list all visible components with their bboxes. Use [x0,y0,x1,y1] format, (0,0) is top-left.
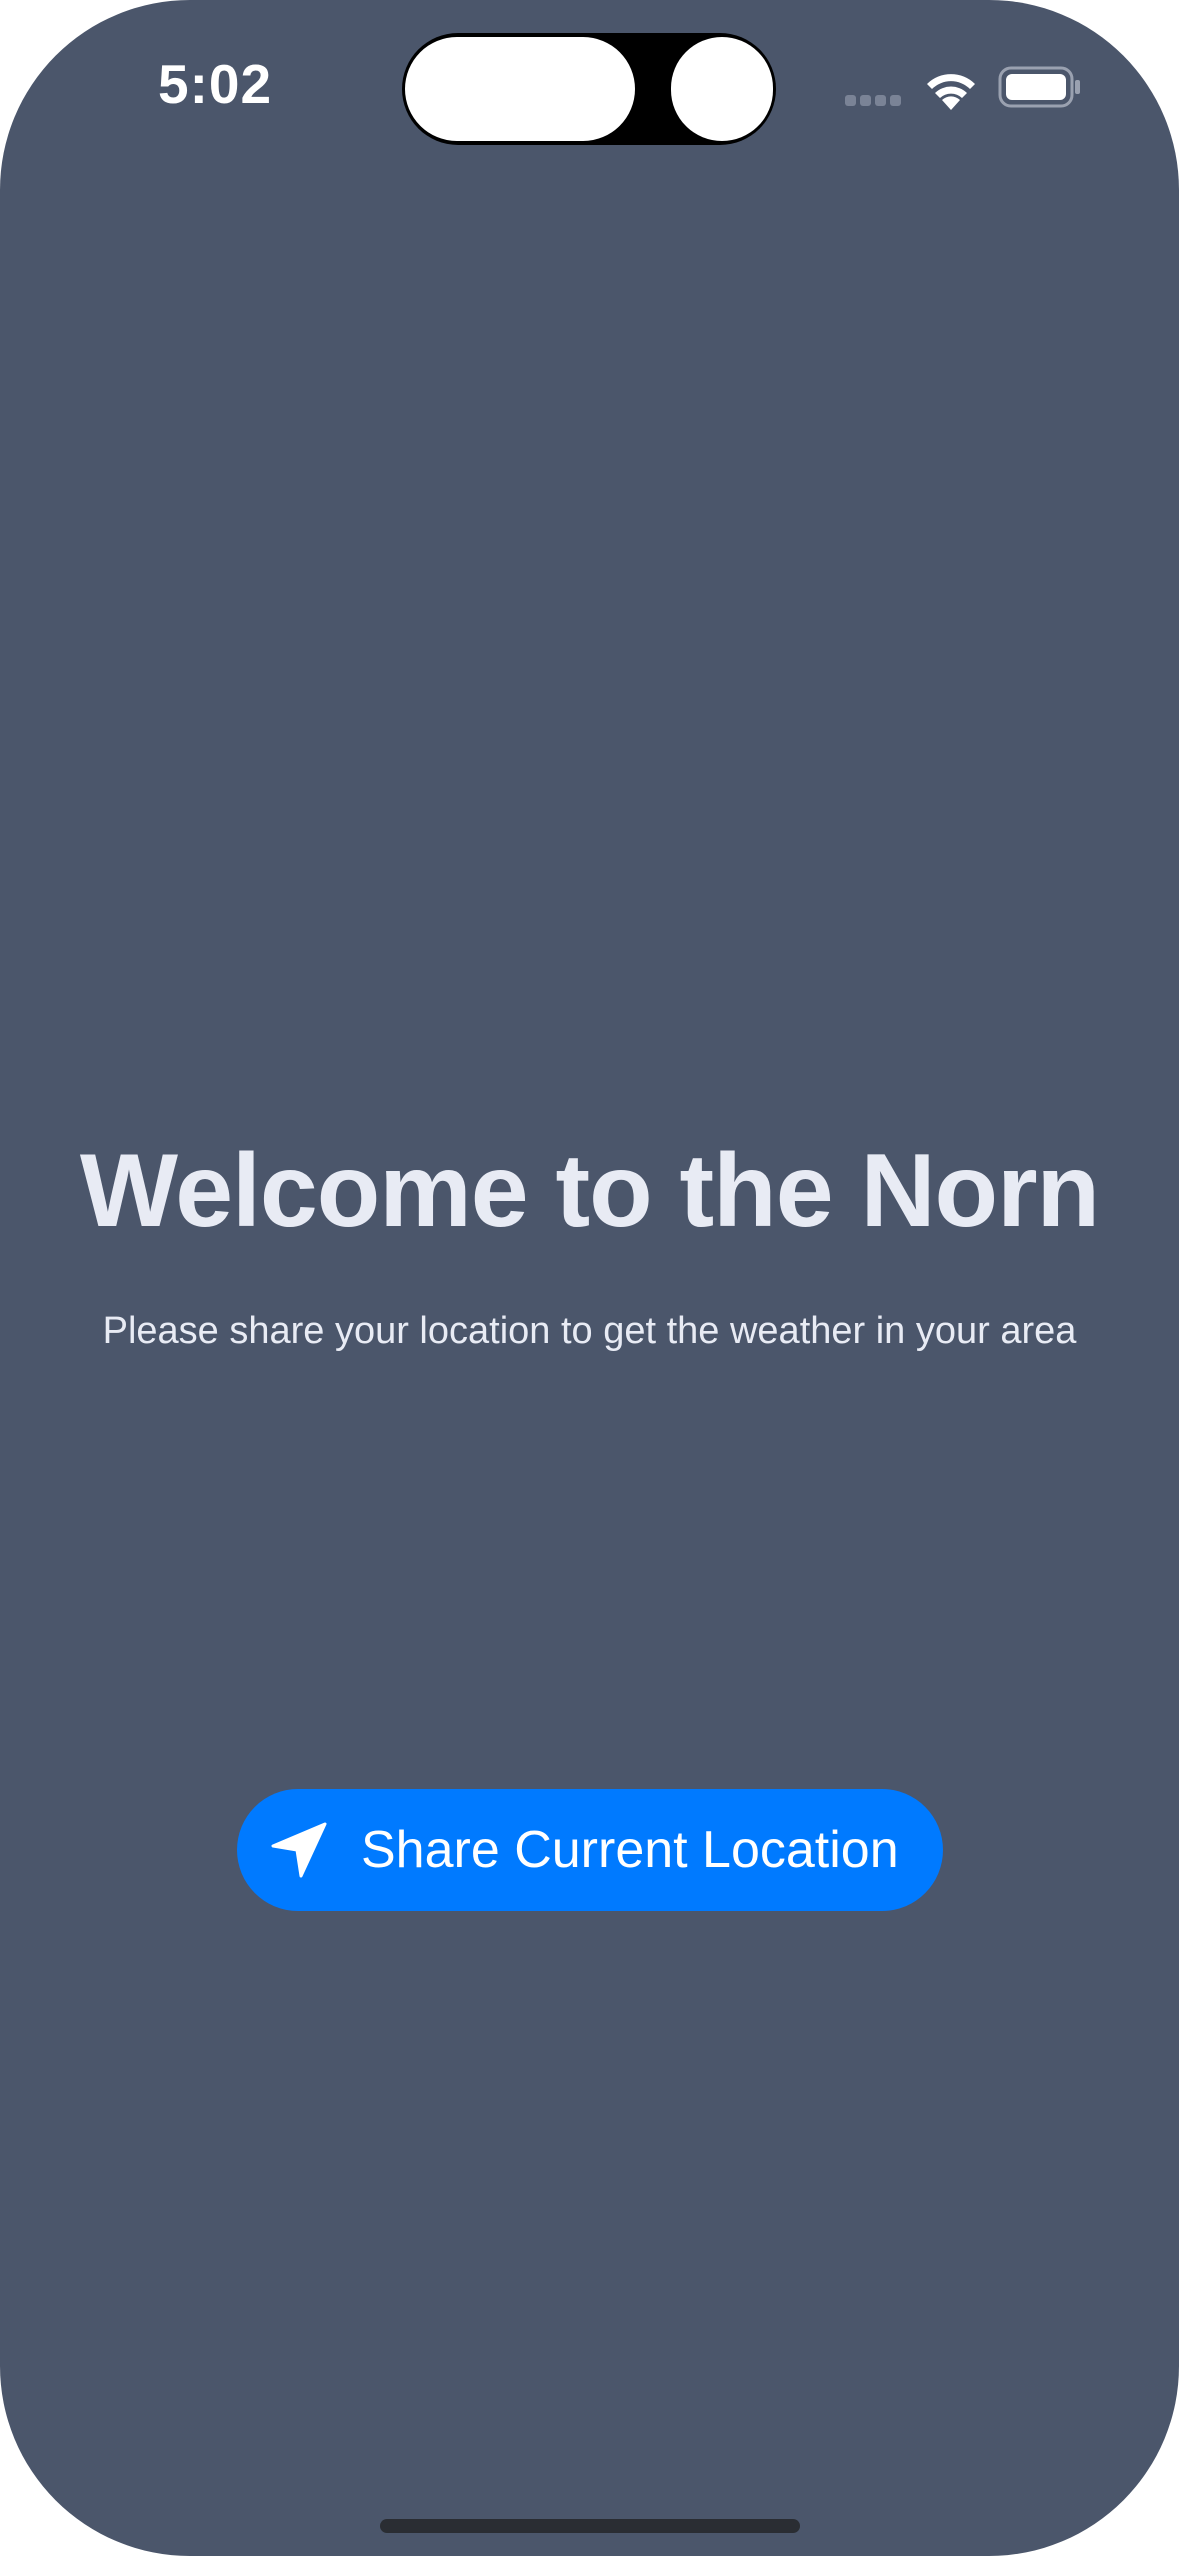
cellular-signal-icon [845,95,905,107]
app-screen: 5:02 Welcome to the Norn Please share yo… [0,0,1179,2556]
dynamic-island-camera [671,37,773,141]
share-location-label: Share Current Location [361,1821,899,1879]
share-location-button[interactable]: Share Current Location [237,1789,943,1911]
status-time: 5:02 [158,53,273,115]
dynamic-island-pill [405,37,635,141]
home-indicator[interactable] [380,2519,800,2533]
wifi-icon [927,74,975,110]
welcome-title: Welcome to the Norn [79,1133,1100,1249]
location-prompt-text: Please share your location to get the we… [102,1310,1077,1352]
battery-icon [998,66,1080,108]
location-arrow-icon [271,1822,327,1878]
